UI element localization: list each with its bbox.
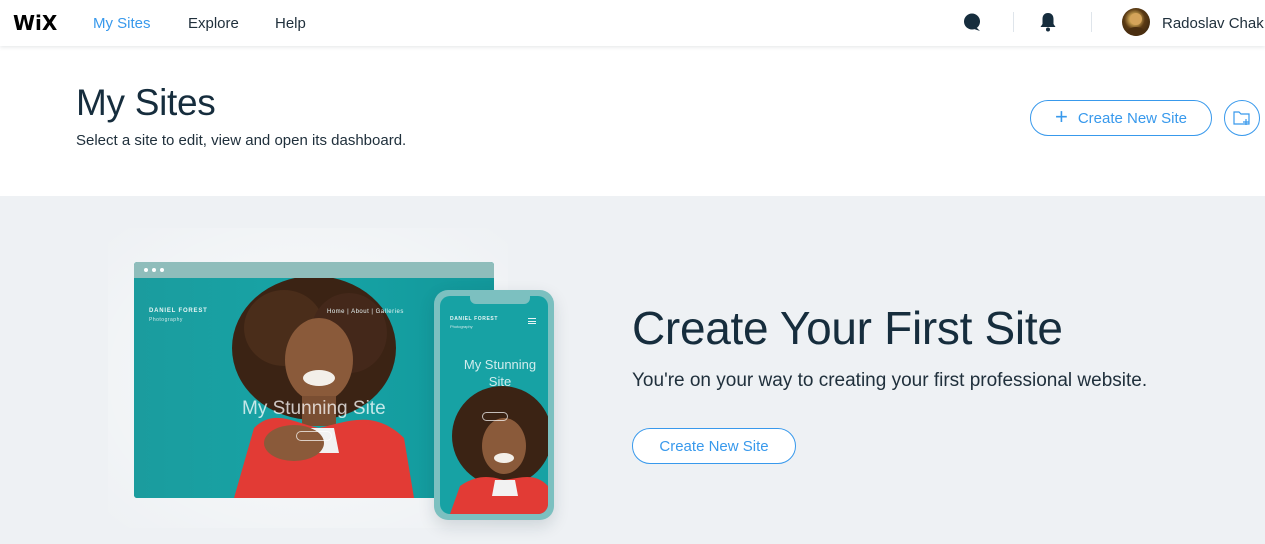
create-new-site-main-button[interactable]: Create New Site — [632, 428, 796, 464]
mock-brand-subtitle: Photography — [149, 317, 183, 323]
create-new-site-main-label: Create New Site — [659, 437, 769, 455]
plus-icon: + — [1054, 104, 1068, 129]
mock-phone-hero-title: My Stunning Site — [463, 357, 537, 389]
phone-notch — [470, 296, 530, 304]
mock-hero-title: My Stunning Site — [242, 398, 386, 419]
phone-screen: DANIEL FOREST Photography My Stunning Si… — [440, 296, 548, 514]
empty-state-title: Create Your First Site — [632, 302, 1063, 354]
nav-my-sites[interactable]: My Sites — [93, 15, 151, 32]
nav-divider — [1013, 12, 1014, 32]
mock-phone-brand: DANIEL FOREST — [450, 316, 498, 322]
hamburger-menu-icon — [528, 318, 536, 324]
wix-logo[interactable]: WiX — [13, 11, 57, 35]
chat-icon[interactable] — [962, 12, 982, 32]
add-folder-icon — [1233, 111, 1250, 125]
page-subtitle: Select a site to edit, view and open its… — [76, 132, 407, 149]
mobile-site-preview: DANIEL FOREST Photography My Stunning Si… — [434, 290, 554, 520]
create-new-site-button[interactable]: + Create New Site — [1030, 100, 1212, 136]
mock-hero-button — [296, 431, 332, 441]
avatar[interactable] — [1122, 8, 1150, 36]
mock-phone-hero-button — [482, 412, 508, 421]
create-new-site-label: Create New Site — [1077, 109, 1188, 127]
browser-dot — [144, 268, 148, 272]
mock-phone-brand-subtitle: Photography — [450, 324, 473, 329]
bell-icon[interactable] — [1038, 11, 1058, 33]
browser-dot — [152, 268, 156, 272]
browser-bar — [134, 262, 494, 278]
top-nav-bar: WiX My Sites Explore Help Radoslav Chak — [0, 0, 1265, 46]
mock-menu: Home | About | Galleries — [327, 309, 404, 315]
mock-brand: DANIEL FOREST — [149, 308, 208, 314]
nav-help[interactable]: Help — [275, 15, 306, 32]
browser-dot — [160, 268, 164, 272]
page-title: My Sites — [76, 82, 216, 123]
nav-explore[interactable]: Explore — [188, 15, 239, 32]
add-folder-button[interactable] — [1224, 100, 1260, 136]
user-name[interactable]: Radoslav Chak — [1162, 15, 1264, 32]
empty-state-subtitle: You're on your way to creating your firs… — [632, 370, 1148, 391]
nav-divider — [1091, 12, 1092, 32]
